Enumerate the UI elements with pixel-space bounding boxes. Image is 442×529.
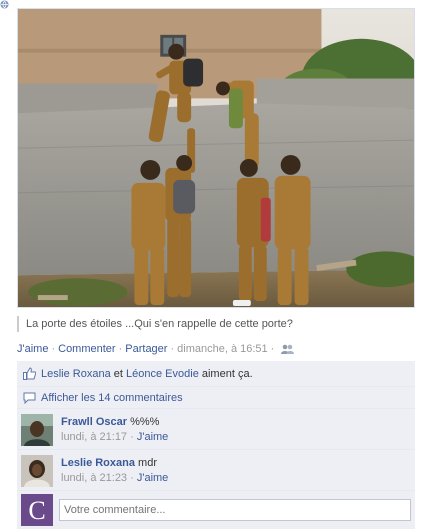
separator: · xyxy=(51,343,56,355)
likes-suffix: aiment ça. xyxy=(201,367,253,380)
comment-author[interactable]: Leslie Roxana xyxy=(61,457,135,469)
current-user-avatar: C xyxy=(21,494,53,526)
comment-like-link[interactable]: J'aime xyxy=(137,431,168,443)
feedback-box: Leslie Roxana et Léonce Evodie aiment ça… xyxy=(17,361,415,529)
likes-summary: Leslie Roxana et Léonce Evodie aiment ça… xyxy=(17,361,415,387)
liker-link[interactable]: Leslie Roxana xyxy=(41,368,111,380)
comment-text: mdr xyxy=(138,457,157,469)
comment-item: Frawll Oscar %%% lundi, à 21:17 · J'aime xyxy=(17,409,415,450)
photo-scene xyxy=(18,9,414,307)
separator: · xyxy=(130,472,134,484)
post-caption: La porte des étoiles ...Qui s'en rappell… xyxy=(17,316,415,332)
comment-composer: C xyxy=(17,491,415,529)
separator: · xyxy=(130,431,134,443)
view-all-comments[interactable]: Afficher les 14 commentaires xyxy=(17,387,415,409)
likes-conjunction: et xyxy=(113,367,123,380)
comment-item: Leslie Roxana mdr lundi, à 21:23 · J'aim… xyxy=(17,450,415,491)
people-icon[interactable] xyxy=(281,344,295,354)
comment-like-link[interactable]: J'aime xyxy=(137,472,168,484)
separator: · xyxy=(270,343,275,355)
like-link[interactable]: J'aime xyxy=(17,343,48,355)
post-actions: J'aime · Commenter · Partager · dimanche, à 16… xyxy=(17,342,295,356)
share-link[interactable]: Partager xyxy=(125,343,167,355)
thumbs-up-icon xyxy=(23,367,36,380)
separator: · xyxy=(118,343,123,355)
comment-text: %%% xyxy=(130,416,160,428)
comment-time[interactable]: lundi, à 21:23 xyxy=(61,472,127,484)
comment-input[interactable] xyxy=(59,499,411,521)
view-comments-link[interactable]: Afficher les 14 commentaires xyxy=(41,391,183,405)
avatar[interactable] xyxy=(21,455,53,487)
avatar[interactable] xyxy=(21,414,53,446)
comment-time[interactable]: lundi, à 21:17 xyxy=(61,431,127,443)
comment-bubble-icon xyxy=(23,392,36,404)
comment-author[interactable]: Frawll Oscar xyxy=(61,416,127,428)
separator: · xyxy=(170,343,175,355)
post-photo[interactable] xyxy=(17,8,415,308)
comment-link[interactable]: Commenter xyxy=(58,343,115,355)
liker-link[interactable]: Léonce Evodie xyxy=(126,368,199,380)
post-timestamp[interactable]: dimanche, à 16:51 xyxy=(177,343,268,355)
avatar-letter: C xyxy=(28,496,45,525)
globe-icon xyxy=(0,0,9,9)
